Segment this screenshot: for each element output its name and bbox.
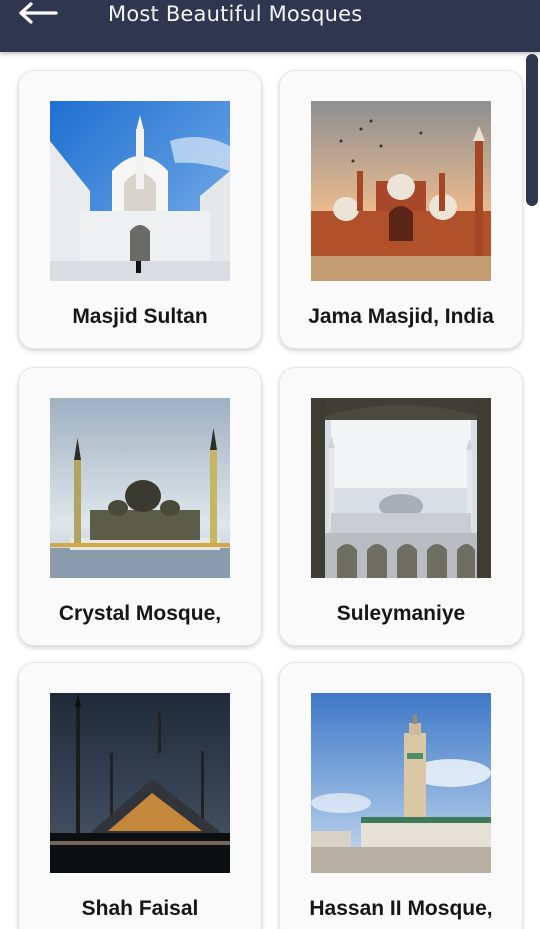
mosque-grid: Masjid Sultan Jama Masjid, India Crystal… <box>0 52 540 929</box>
mosque-card[interactable]: Hassan II Mosque, <box>279 662 523 929</box>
mosque-name: Crystal Mosque, <box>58 602 222 625</box>
page-title: Most Beautiful Mosques <box>108 2 363 26</box>
mosque-image <box>50 398 230 578</box>
mosque-image <box>50 693 230 873</box>
mosque-name: Shah Faisal <box>81 897 199 920</box>
mosque-card[interactable]: Crystal Mosque, <box>18 367 262 646</box>
mosque-name: Jama Masjid, India <box>308 305 494 328</box>
mosque-card[interactable]: Shah Faisal <box>18 662 262 929</box>
mosque-card[interactable]: Masjid Sultan <box>18 70 262 349</box>
mosque-card[interactable]: Jama Masjid, India <box>279 70 523 349</box>
mosque-image <box>50 101 230 281</box>
app-bar: Most Beautiful Mosques <box>0 0 540 52</box>
scrollbar-thumb[interactable] <box>526 54 538 206</box>
mosque-card[interactable]: Suleymaniye <box>279 367 523 646</box>
mosque-name: Hassan II Mosque, <box>309 897 493 920</box>
mosque-image <box>311 101 491 281</box>
mosque-name: Masjid Sultan <box>72 305 208 328</box>
mosque-name: Suleymaniye <box>336 602 466 625</box>
mosque-image <box>311 693 491 873</box>
mosque-image <box>311 398 491 578</box>
arrow-left-icon <box>19 2 58 24</box>
back-button[interactable] <box>18 0 68 26</box>
